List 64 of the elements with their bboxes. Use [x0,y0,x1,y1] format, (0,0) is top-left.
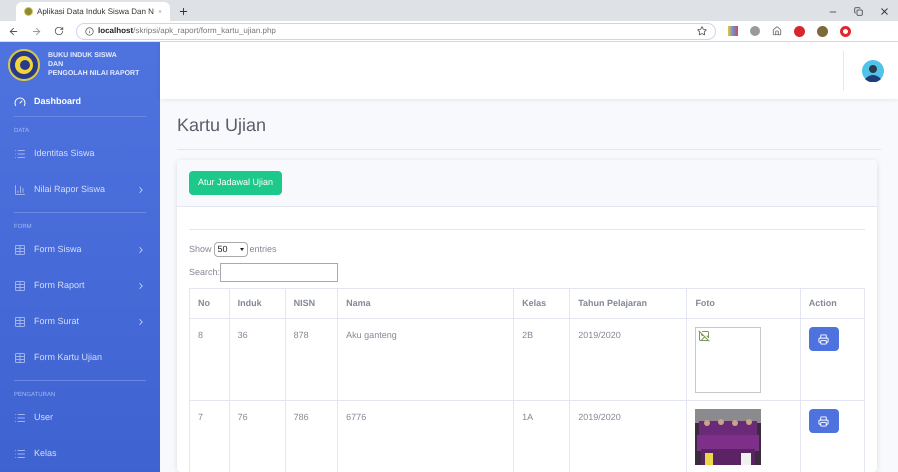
reload-icon[interactable] [54,26,64,36]
forward-icon[interactable] [31,26,42,36]
sidebar-item[interactable]: Kelas [14,436,146,472]
entries-select[interactable]: 50 [214,242,248,257]
broken-image-icon [698,330,710,342]
bookmark-star-icon[interactable] [697,26,707,36]
browser-tab[interactable]: Aplikasi Data Induk Siswa Dan N [16,2,170,21]
table-cell: 8 [190,318,230,400]
extension-icon[interactable] [750,26,760,36]
table-cell: 878 [285,318,338,400]
user-avatar[interactable] [862,60,884,82]
column-header: Tahun Pelajaran [570,288,687,318]
print-button[interactable] [808,327,839,351]
table-cell: 2B [514,318,570,400]
page-title: Kartu Ujian [177,112,881,150]
column-header: Kelas [514,288,570,318]
dashboard-link[interactable]: Dashboard [14,88,146,117]
column-header: Foto [686,288,800,318]
home-icon[interactable] [772,26,782,36]
info-icon [85,26,94,36]
restore-icon[interactable] [854,7,863,16]
table-cell: 2019/2020 [570,318,687,400]
url-text: localhost/skripsi/apk_raport/form_kartu_ujian.php [98,25,276,37]
school-logo [8,48,40,81]
search-field[interactable] [220,263,338,282]
profile-avatar[interactable] [817,26,828,36]
column-header: Induk [229,288,286,318]
back-icon[interactable] [8,26,19,36]
entries-label: entries [250,242,277,256]
sidebar-item[interactable]: Form Siswa [14,232,146,268]
dashboard-icon [14,96,26,108]
sidebar-item[interactable]: Identitas Siswa [14,136,146,172]
favicon-icon [24,7,33,16]
sidebar-item[interactable]: Form Surat [14,304,146,340]
print-button[interactable] [808,409,839,433]
tab-title: Aplikasi Data Induk Siswa Dan N [37,6,154,18]
sidebar-item[interactable]: Form Raport [14,268,146,304]
column-header: Nama [338,288,514,318]
table-icon [14,316,26,328]
column-header: Action [800,288,864,318]
sidebar-item[interactable]: Form Kartu Ujian [14,340,146,376]
new-tab-icon[interactable] [178,6,189,17]
chart-icon [14,184,26,196]
table-cell: 7 [190,400,230,472]
table-cell: 36 [229,318,286,400]
table-icon [14,352,26,364]
table-cell: Aku ganteng [338,318,514,400]
table-icon [14,244,26,256]
close-icon[interactable] [879,6,890,17]
column-header: NISN [285,288,338,318]
extension-icon[interactable] [794,26,805,36]
sidebar-item[interactable]: Nilai Rapor Siswa [14,172,146,208]
search-label: Search: [189,266,220,279]
show-label: Show [189,242,212,256]
dropdown-caret-icon [240,248,244,251]
column-header: No [190,288,230,318]
extension-icon[interactable] [840,26,851,36]
print-icon [818,416,830,426]
print-icon [818,334,830,344]
sidebar-item[interactable]: User [14,400,146,436]
address-field[interactable]: localhost/skripsi/apk_raport/form_kartu_ujian.php [76,22,716,40]
schedule-button[interactable]: Atur Jadawal Ujian [189,171,282,195]
table-icon [14,280,26,292]
extension-icon[interactable] [728,26,738,36]
